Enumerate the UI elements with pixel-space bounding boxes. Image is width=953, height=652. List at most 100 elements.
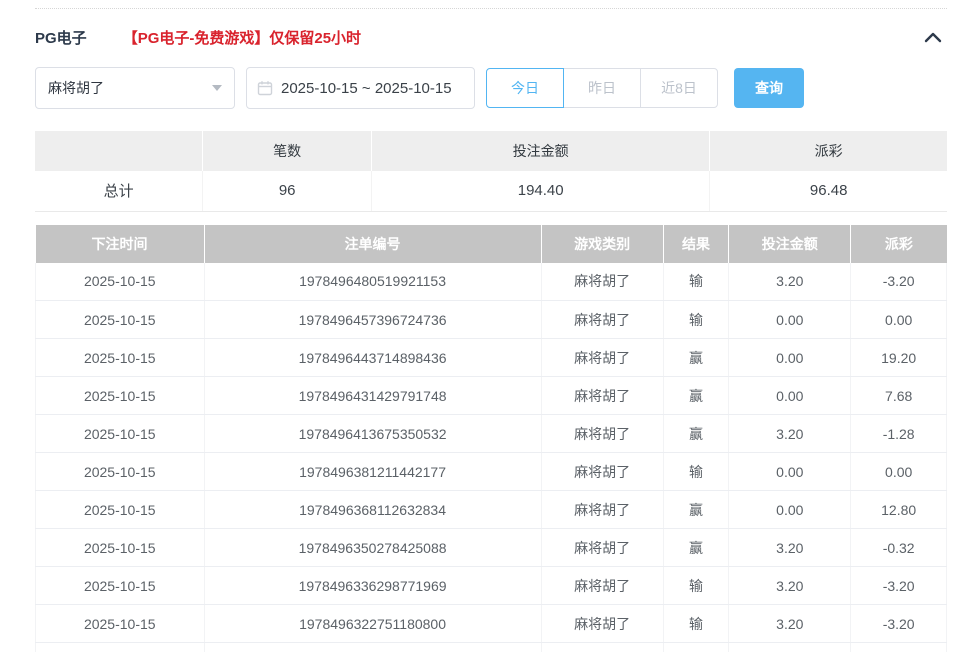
header-bet-time: 下注时间 [36,225,205,263]
today-button[interactable]: 今日 [486,68,564,108]
summary-total-row: 总计 96 194.40 96.48 [35,171,947,211]
bet-no-cell [204,643,541,652]
section-header: PG电子 【PG电子-免费游戏】仅保留25小时 [35,25,947,49]
report-panel: PG电子 【PG电子-免费游戏】仅保留25小时 麻将胡了 2025-10-15 … [35,8,947,652]
payout-cell: -0.32 [851,529,947,567]
search-button[interactable]: 查询 [734,68,804,108]
top-divider [35,8,947,9]
summary-header-payout: 派彩 [710,131,947,171]
table-row: 2025-10-15 1978496457396724736 麻将胡了 输 0.… [36,301,947,339]
chevron-up-icon [924,31,942,43]
result-cell: 输 [663,301,729,339]
bet-amount-cell: 0.00 [729,301,851,339]
payout-cell: 19.20 [851,339,947,377]
result-cell: 输 [663,453,729,491]
date-range-input[interactable]: 2025-10-15 ~ 2025-10-15 [246,67,475,109]
game-type-cell: 麻将胡了 [541,605,663,643]
game-type-cell: 麻将胡了 [541,529,663,567]
result-cell: 赢 [663,339,729,377]
section-title: PG电子 [35,27,87,48]
bet-amount-cell [729,643,851,652]
payout-cell: 12.80 [851,491,947,529]
game-select[interactable]: 麻将胡了 [35,67,235,109]
bet-amount-cell: 3.20 [729,529,851,567]
bet-time-cell: 2025-10-15 [36,605,205,643]
bet-amount-cell: 0.00 [729,491,851,529]
payout-cell [851,643,947,652]
page: PG电子 【PG电子-免费游戏】仅保留25小时 麻将胡了 2025-10-15 … [0,0,953,652]
result-cell: 输 [663,567,729,605]
bet-no-cell: 1978496480519921153 [204,263,541,301]
bet-no-cell: 1978496457396724736 [204,301,541,339]
table-row: 2025-10-15 1978496443714898436 麻将胡了 赢 0.… [36,339,947,377]
last-8-days-button[interactable]: 近8日 [640,68,718,108]
result-cell: 输 [663,643,729,652]
game-type-cell: 麻将胡了 [541,263,663,301]
payout-cell: -3.20 [851,605,947,643]
bet-no-cell: 1978496350278425088 [204,529,541,567]
section-notice: 【PG电子-免费游戏】仅保留25小时 [123,27,361,48]
bet-no-cell: 1978496368112632834 [204,491,541,529]
result-cell: 赢 [663,491,729,529]
summary-count-value: 96 [203,171,372,211]
payout-cell: 0.00 [851,453,947,491]
bet-no-cell: 1978496381211442177 [204,453,541,491]
bet-no-cell: 1978496322751180800 [204,605,541,643]
header-game-type: 游戏类别 [541,225,663,263]
game-type-cell: 麻将胡了 [541,453,663,491]
payout-cell: -1.28 [851,415,947,453]
payout-cell: 0.00 [851,301,947,339]
bet-amount-cell: 3.20 [729,605,851,643]
summary-payout-value: 96.48 [710,171,947,211]
table-header-row: 下注时间 注单编号 游戏类别 结果 投注金额 派彩 [36,225,947,263]
result-cell: 输 [663,605,729,643]
chevron-down-icon [212,85,222,91]
bet-amount-cell: 3.20 [729,263,851,301]
table-row: 2025-10-15 1978496480519921153 麻将胡了 输 3.… [36,263,947,301]
game-type-cell: 麻将胡了 [541,339,663,377]
table-row: 麻将胡了 输 [36,643,947,652]
result-cell: 赢 [663,377,729,415]
collapse-section-button[interactable] [919,25,947,49]
header-bet-no: 注单编号 [204,225,541,263]
payout-cell: -3.20 [851,263,947,301]
bet-amount-cell: 0.00 [729,453,851,491]
bet-amount-cell: 3.20 [729,567,851,605]
table-row: 2025-10-15 1978496336298771969 麻将胡了 输 3.… [36,567,947,605]
header-payout: 派彩 [851,225,947,263]
game-select-value: 麻将胡了 [48,78,104,98]
bet-time-cell: 2025-10-15 [36,453,205,491]
bet-amount-cell: 0.00 [729,339,851,377]
bet-amount-cell: 3.20 [729,415,851,453]
summary-bet-amount-value: 194.40 [372,171,710,211]
game-type-cell: 麻将胡了 [541,567,663,605]
payout-cell: 7.68 [851,377,947,415]
result-cell: 赢 [663,529,729,567]
game-type-cell: 麻将胡了 [541,415,663,453]
game-type-cell: 麻将胡了 [541,491,663,529]
bet-amount-cell: 0.00 [729,377,851,415]
table-row: 2025-10-15 1978496368112632834 麻将胡了 赢 0.… [36,491,947,529]
bet-time-cell [36,643,205,652]
bet-time-cell: 2025-10-15 [36,301,205,339]
bet-time-cell: 2025-10-15 [36,339,205,377]
bet-no-cell: 1978496413675350532 [204,415,541,453]
yesterday-button[interactable]: 昨日 [563,68,641,108]
result-cell: 赢 [663,415,729,453]
summary-header-empty [35,131,203,171]
table-row: 2025-10-15 1978496350278425088 麻将胡了 赢 3.… [36,529,947,567]
bet-time-cell: 2025-10-15 [36,567,205,605]
header-bet-amount: 投注金额 [729,225,851,263]
game-type-cell: 麻将胡了 [541,377,663,415]
bet-no-cell: 1978496336298771969 [204,567,541,605]
bet-no-cell: 1978496443714898436 [204,339,541,377]
bet-time-cell: 2025-10-15 [36,263,205,301]
bet-time-cell: 2025-10-15 [36,415,205,453]
date-range-value: 2025-10-15 ~ 2025-10-15 [281,80,452,97]
calendar-icon [257,80,273,96]
table-row: 2025-10-15 1978496431429791748 麻将胡了 赢 0.… [36,377,947,415]
summary-total-label: 总计 [35,171,203,211]
table-row: 2025-10-15 1978496322751180800 麻将胡了 输 3.… [36,605,947,643]
game-type-cell: 麻将胡了 [541,643,663,652]
table-row: 2025-10-15 1978496413675350532 麻将胡了 赢 3.… [36,415,947,453]
